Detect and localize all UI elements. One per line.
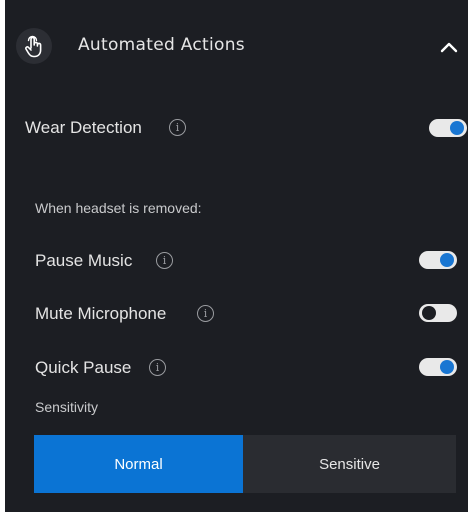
info-icon[interactable]: i	[149, 359, 166, 376]
wear-detection-label: Wear Detection	[25, 118, 142, 137]
info-icon[interactable]: i	[197, 305, 214, 322]
sensitivity-label: Sensitivity	[35, 399, 99, 415]
quick-pause-label: Quick Pause	[35, 358, 132, 377]
toggle-knob	[450, 121, 464, 135]
removed-section-caption: When headset is removed:	[35, 200, 202, 216]
mute-microphone-toggle[interactable]	[419, 304, 457, 322]
pause-music-label: Pause Music	[35, 251, 133, 270]
sensitivity-option-sensitive[interactable]: Sensitive	[243, 435, 456, 493]
info-icon[interactable]: i	[169, 119, 186, 136]
wear-detection-toggle[interactable]	[429, 119, 467, 137]
info-icon[interactable]: i	[156, 252, 173, 269]
sensitivity-option-normal[interactable]: Normal	[34, 435, 243, 493]
mute-microphone-label: Mute Microphone	[35, 304, 167, 323]
toggle-knob	[440, 253, 454, 267]
chevron-up-icon[interactable]	[437, 35, 461, 59]
sensitivity-segmented-control: Normal Sensitive	[34, 435, 456, 493]
quick-pause-toggle[interactable]	[419, 358, 457, 376]
pause-music-toggle[interactable]	[419, 251, 457, 269]
touch-hand-icon	[16, 28, 52, 64]
automated-actions-panel: Automated Actions Wear Detection i When …	[5, 0, 468, 512]
toggle-knob	[422, 306, 436, 320]
panel-title: Automated Actions	[78, 35, 245, 55]
toggle-knob	[440, 360, 454, 374]
panel-header[interactable]: Automated Actions	[5, 0, 468, 94]
